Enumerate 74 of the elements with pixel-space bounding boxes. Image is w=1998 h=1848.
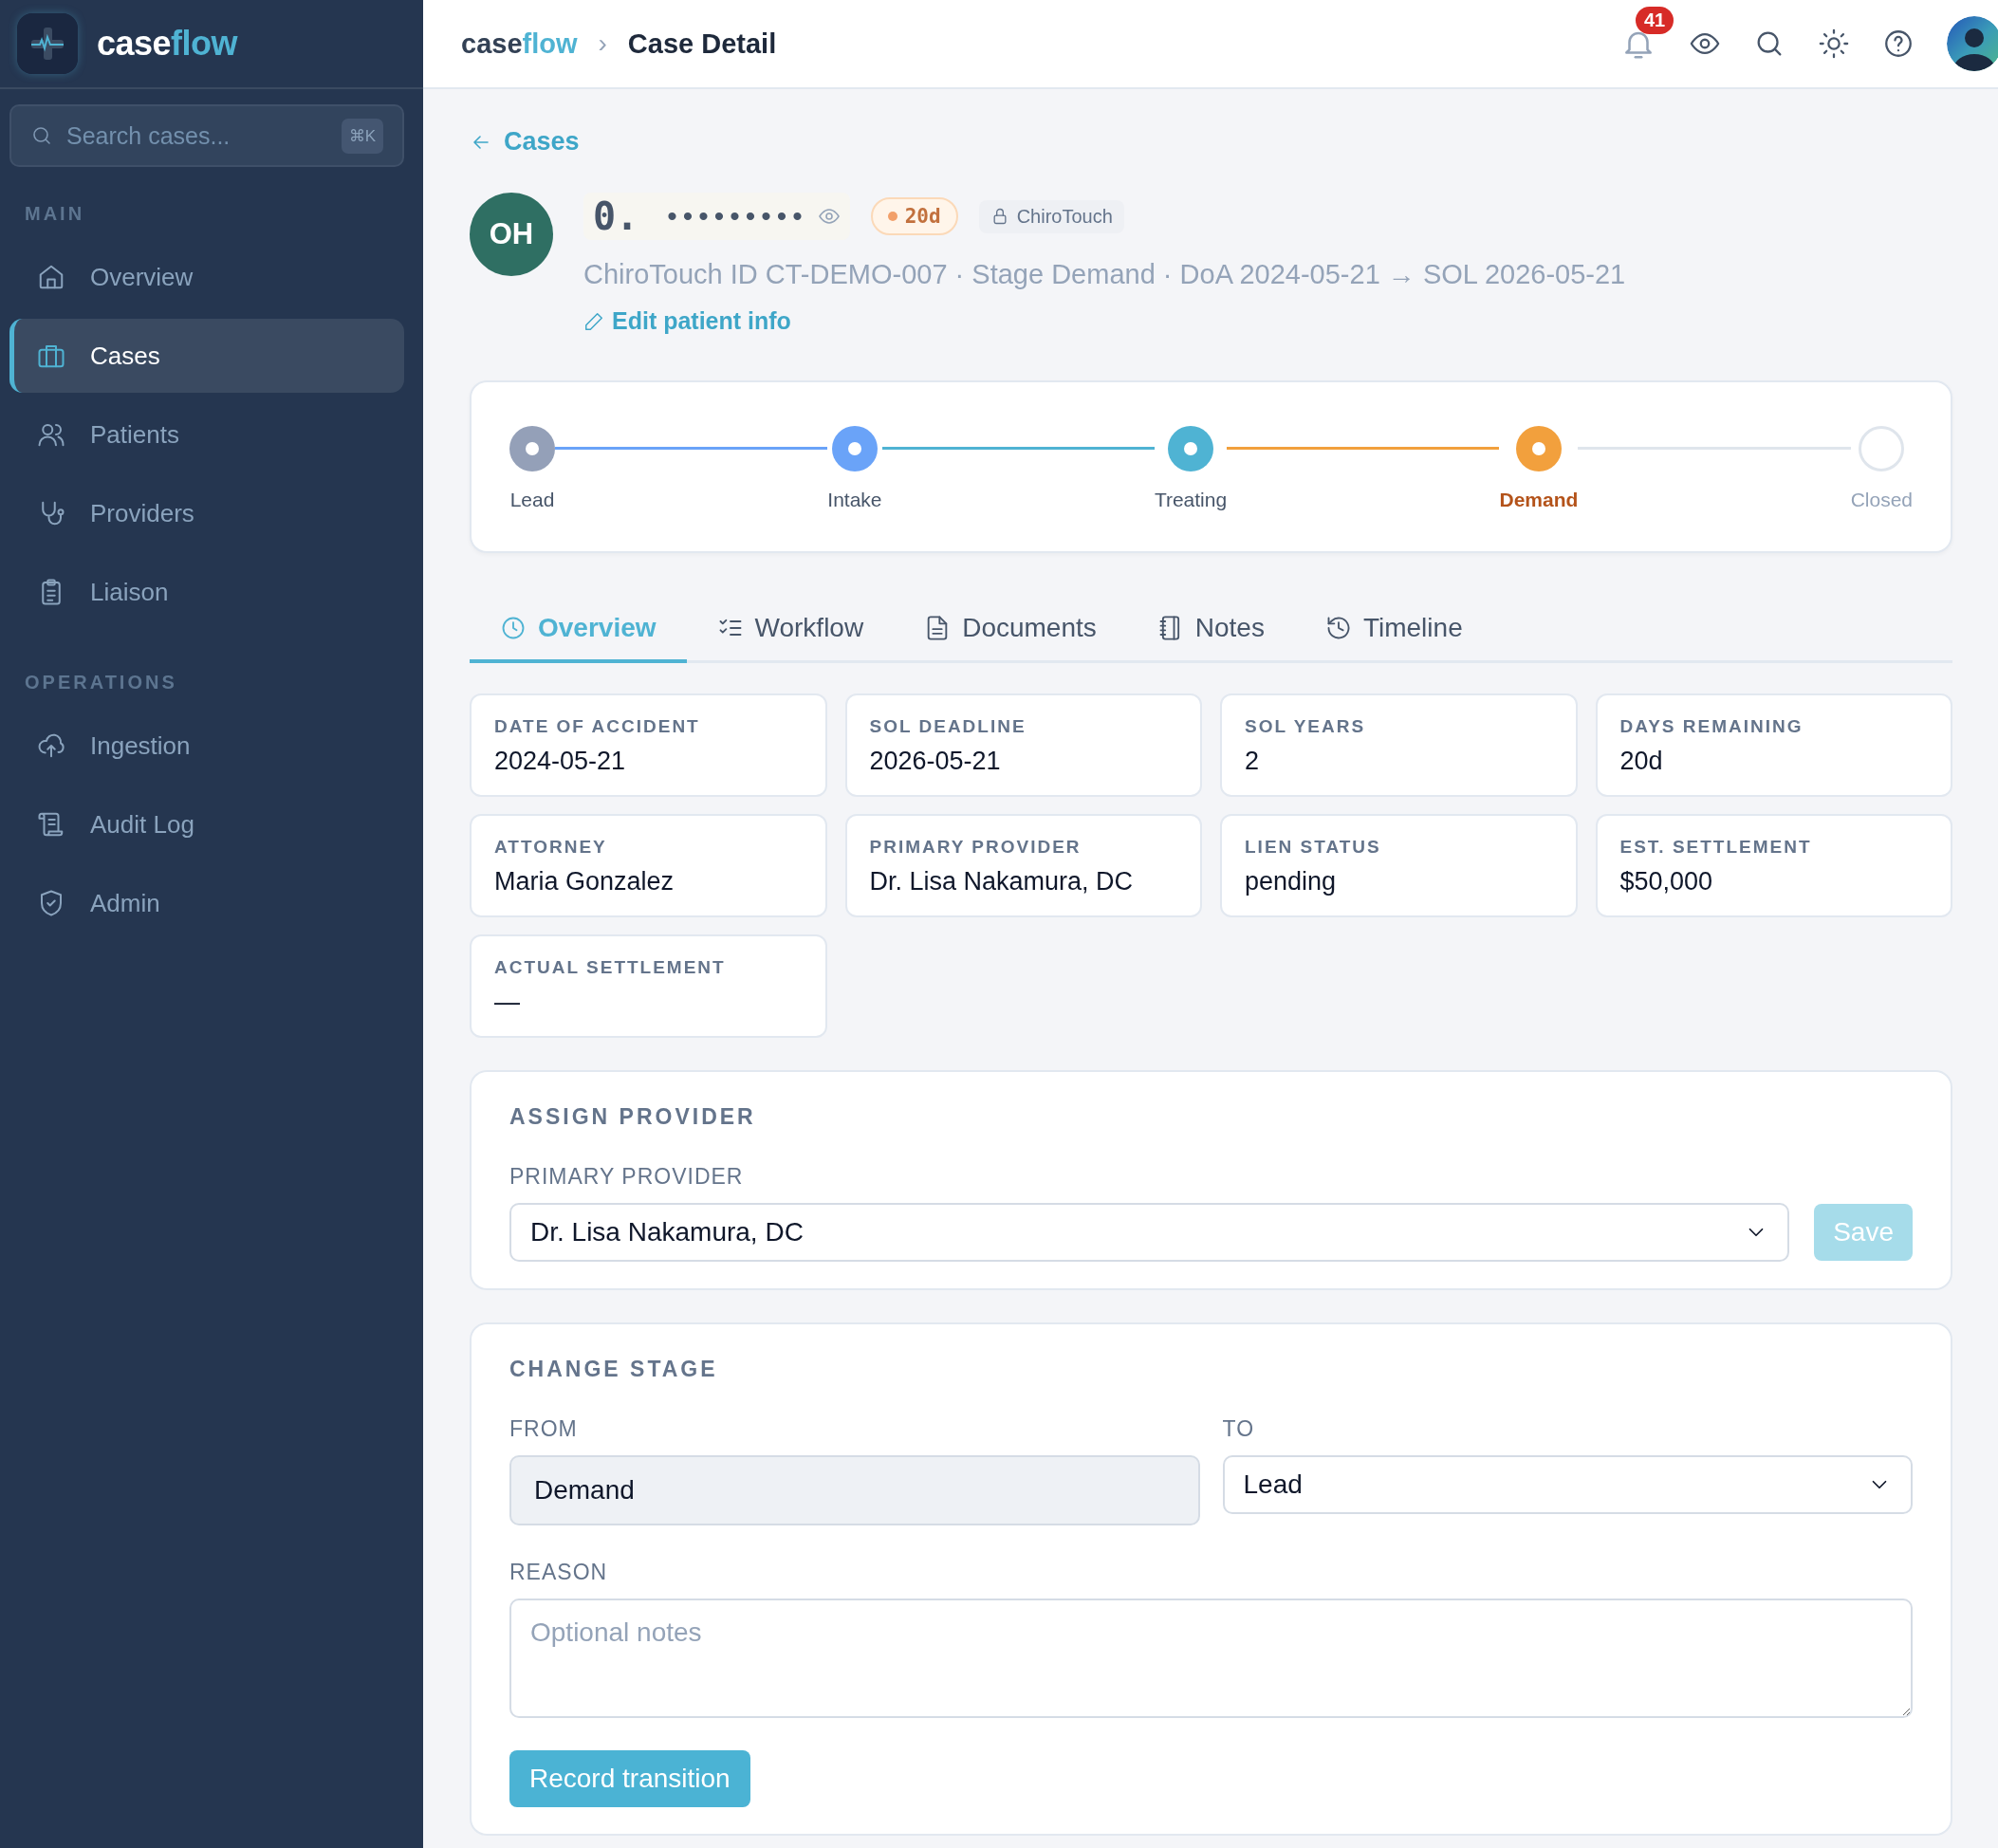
stage-label: Intake — [827, 489, 882, 511]
logo-icon — [17, 13, 78, 74]
stage-label: Closed — [1850, 489, 1914, 511]
card-label: ACTUAL SETTLEMENT — [494, 957, 727, 978]
panel-title: CHANGE STAGE — [509, 1357, 719, 1382]
tab[interactable]: Timeline — [1294, 597, 1493, 663]
cloud-upload-icon — [37, 731, 65, 760]
search-field[interactable]: Search cases... — [65, 120, 330, 151]
search-icon — [30, 124, 53, 147]
patient-name: 0. — [593, 194, 639, 238]
sidebar-item[interactable]: Liaison — [9, 555, 404, 629]
page-title: Case Detail — [627, 28, 777, 60]
tab[interactable]: Workflow — [686, 597, 895, 663]
field-label: FROM — [509, 1416, 579, 1442]
tab[interactable]: Documents — [894, 597, 1127, 663]
breadcrumb-logo[interactable]: caseflow — [461, 28, 578, 60]
sidebar-item[interactable]: Overview — [9, 240, 404, 314]
stage-label: Lead — [509, 489, 555, 511]
masked-name: ••••••••• — [667, 200, 808, 232]
back-link[interactable]: Cases — [470, 127, 580, 157]
shortcut-hint: ⌘K — [341, 118, 383, 154]
field-label: REASON — [509, 1560, 609, 1585]
section-label: OPERATIONS — [24, 671, 178, 694]
sidebar-item[interactable]: Providers — [9, 476, 404, 550]
card-label: PRIMARY PROVIDER — [869, 837, 1082, 858]
card-label: SOL YEARS — [1245, 716, 1367, 737]
card-value: Maria Gonzalez — [494, 867, 675, 896]
card-value: 2 — [1245, 747, 1261, 776]
card-label: EST. SETTLEMENT — [1619, 837, 1813, 858]
card-value: Dr. Lisa Nakamura, DC — [869, 867, 1135, 896]
sidebar-item[interactable]: Admin — [9, 866, 404, 940]
sidebar-item[interactable]: Ingestion — [9, 709, 404, 783]
from-field: Demand — [509, 1455, 1200, 1525]
card-value: — — [494, 988, 521, 1017]
user-avatar[interactable] — [1947, 16, 1998, 71]
search-box[interactable]: Search cases... ⌘K — [9, 104, 404, 167]
card-value: 2024-05-21 — [494, 747, 627, 776]
notification-badge: 41 — [1636, 7, 1674, 34]
stage-label: Treating — [1154, 489, 1228, 511]
card-label: DAYS REMAINING — [1619, 716, 1804, 737]
reason-field[interactable]: Optional notes — [509, 1599, 1913, 1718]
pencil-icon — [583, 310, 604, 332]
card-value: 20d — [1619, 747, 1664, 776]
sidebar-item[interactable]: Cases — [9, 319, 404, 393]
card-value: pending — [1245, 867, 1338, 896]
sidebar-item[interactable]: Audit Log — [9, 787, 404, 861]
home-icon — [37, 263, 65, 291]
patient-avatar: OH — [470, 193, 553, 276]
sun-icon — [1818, 28, 1850, 60]
section-label: MAIN — [24, 202, 86, 226]
card-value: 2026-05-21 — [869, 747, 1002, 776]
clock-icon — [500, 615, 527, 641]
case-summary: ChiroTouch ID CT-DEMO-007 · Stage Demand · DoA 2024-05-21 → SOL 2026-05-21 — [583, 259, 1626, 290]
edit-link[interactable]: Edit patient info — [583, 307, 791, 335]
source-chip: ChiroTouch — [978, 199, 1124, 233]
sidebar-item[interactable]: Patients — [9, 397, 404, 471]
card-label: ATTORNEY — [494, 837, 608, 858]
stage-select[interactable]: Lead — [1222, 1455, 1913, 1514]
days-badge: 20d — [870, 197, 958, 235]
field-label: PRIMARY PROVIDER — [509, 1164, 745, 1190]
card-value: $50,000 — [1619, 867, 1714, 896]
scroll-icon — [37, 810, 65, 839]
tab[interactable]: Notes — [1126, 597, 1295, 663]
card-label: DATE OF ACCIDENT — [494, 716, 701, 737]
help-icon — [1882, 28, 1915, 60]
brand-name: caseflow — [97, 24, 238, 64]
provider-select[interactable]: Dr. Lisa Nakamura, DC — [509, 1203, 1790, 1262]
card-label: SOL DEADLINE — [869, 716, 1027, 737]
card-label: LIEN STATUS — [1245, 837, 1382, 858]
record-transition-button[interactable]: Record transition — [509, 1750, 750, 1807]
panel-title: ASSIGN PROVIDER — [509, 1104, 757, 1130]
stage-label: Demand — [1499, 489, 1579, 511]
breadcrumb-separator: › — [598, 28, 607, 59]
field-label: TO — [1222, 1416, 1256, 1442]
